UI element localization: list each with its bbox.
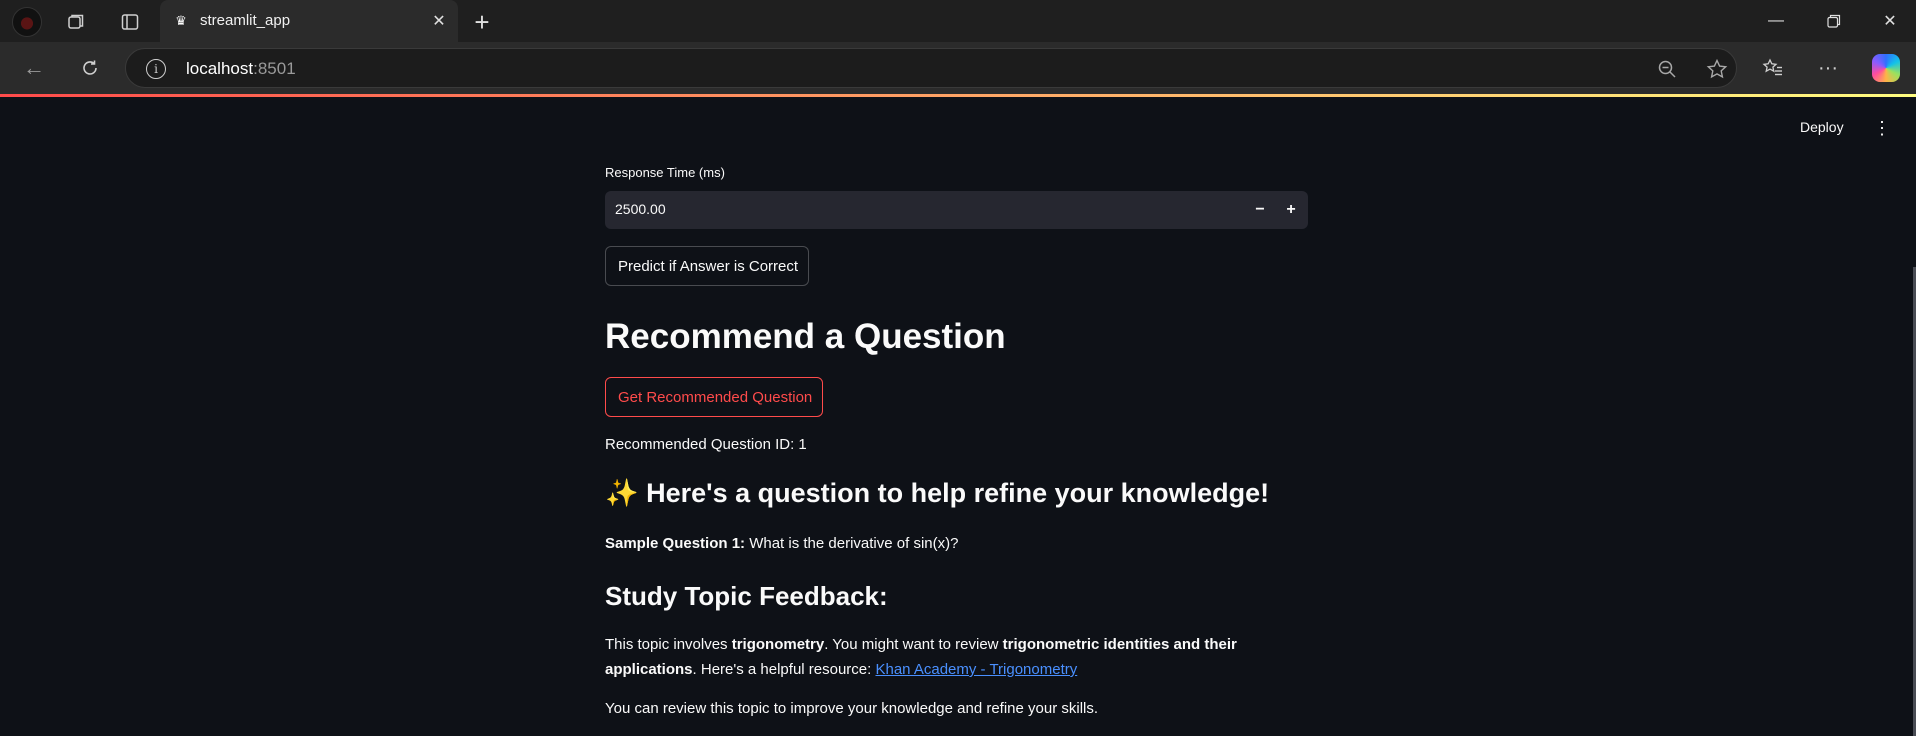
browser-tab[interactable]: ♛ streamlit_app ✕ <box>160 0 458 42</box>
closing-text: You can review this topic to improve you… <box>605 700 1099 717</box>
browser-tab-bar: ♛ streamlit_app ✕ + — ✕ <box>0 0 1916 42</box>
url-text: localhost:8501 <box>186 59 296 78</box>
recommended-question-id: Recommended Question ID: 1 <box>605 436 807 453</box>
minimize-icon[interactable]: — <box>1754 6 1798 36</box>
more-menu-icon[interactable]: ··· <box>1814 54 1842 82</box>
response-time-input[interactable]: 2500.00 − + <box>605 191 1308 229</box>
increment-button[interactable]: + <box>1277 196 1305 224</box>
copilot-icon[interactable] <box>1872 54 1900 82</box>
decrement-button[interactable]: − <box>1246 196 1274 224</box>
close-tab-icon[interactable]: ✕ <box>428 10 450 32</box>
site-info-icon[interactable]: i <box>146 59 166 79</box>
restore-icon[interactable] <box>1812 6 1856 36</box>
deploy-button[interactable]: Deploy <box>1800 119 1844 135</box>
refresh-icon[interactable] <box>76 54 104 82</box>
browser-toolbar: ← i localhost:8501 ··· <box>0 42 1916 94</box>
feedback-text: . Here's a helpful resource: <box>692 661 876 678</box>
back-icon[interactable]: ← <box>20 54 48 82</box>
main-menu-icon[interactable]: ⋮ <box>1870 117 1894 139</box>
tab-title: streamlit_app <box>200 12 291 29</box>
response-time-label: Response Time (ms) <box>605 165 725 180</box>
recommend-section-title: Recommend a Question <box>605 317 1006 356</box>
address-bar[interactable]: i localhost:8501 <box>125 48 1737 88</box>
response-time-value[interactable]: 2500.00 <box>615 201 666 217</box>
question-heading: ✨ Here's a question to help refine your … <box>605 478 1270 508</box>
sample-question: Sample Question 1: What is the derivativ… <box>605 535 958 552</box>
predict-button[interactable]: Predict if Answer is Correct <box>605 246 809 286</box>
favorite-star-icon[interactable] <box>1706 58 1728 80</box>
sample-question-text: What is the derivative of sin(x)? <box>745 535 959 552</box>
app-body: Deploy ⋮ Response Time (ms) 2500.00 − + … <box>0 97 1916 736</box>
feedback-heading: Study Topic Feedback: <box>605 581 888 611</box>
favorites-icon[interactable] <box>1759 54 1787 82</box>
crown-icon: ♛ <box>175 13 187 28</box>
khan-academy-link[interactable]: Khan Academy - Trigonometry <box>875 661 1077 678</box>
close-window-icon[interactable]: ✕ <box>1868 6 1912 36</box>
get-recommended-question-button[interactable]: Get Recommended Question <box>605 377 823 417</box>
sample-question-label: Sample Question 1: <box>605 535 746 552</box>
profile-avatar[interactable] <box>12 7 42 37</box>
workspaces-icon[interactable] <box>62 8 90 36</box>
feedback-paragraph: This topic involves trigonometry. You mi… <box>605 632 1308 682</box>
feedback-text: . You might want to review <box>824 636 1003 653</box>
feedback-text: This topic involves <box>605 636 732 653</box>
new-tab-icon[interactable]: + <box>468 7 496 37</box>
zoom-out-icon[interactable] <box>1656 58 1678 80</box>
feedback-topic: trigonometry <box>731 636 825 653</box>
tab-actions-icon[interactable] <box>116 8 144 36</box>
